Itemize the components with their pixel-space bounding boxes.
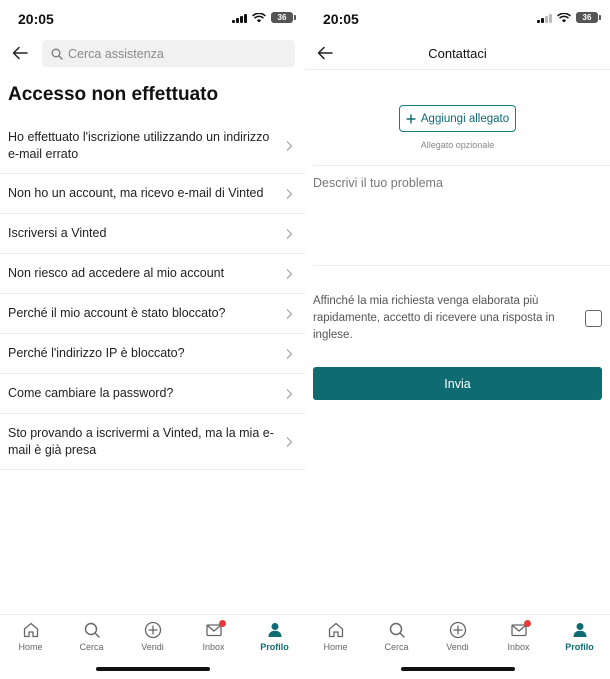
home-indicator [96,667,210,671]
faq-item[interactable]: Non ho un account, ma ricevo e-mail di V… [0,174,305,214]
faq-item-label: Perché il mio account è stato bloccato? [8,306,226,320]
consent-checkbox[interactable] [585,310,602,327]
profile-icon [573,623,586,637]
tab-label: Vendi [446,642,469,652]
tab-label: Profilo [260,642,289,652]
tab-label: Vendi [141,642,164,652]
plus-circle-icon [449,621,466,639]
status-time: 20:05 [18,11,54,27]
tab-search[interactable]: Cerca [366,615,427,658]
search-icon [51,48,63,60]
status-icons: 36 [232,12,296,23]
page-title: Contattaci [428,46,487,61]
tab-inbox[interactable]: Inbox [183,615,244,658]
faq-item[interactable]: Come cambiare la password? [0,374,305,414]
page-title: Accesso non effettuato [8,84,219,105]
back-button[interactable] [10,43,30,63]
attachment-hint: Allegato opzionale [420,140,495,150]
faq-item-label: Ho effettuato l'iscrizione utilizzando u… [8,129,270,161]
faq-item[interactable]: Perché l'indirizzo IP è bloccato? [0,334,305,374]
home-icon [328,622,343,638]
tab-sell[interactable]: Vendi [427,615,488,658]
tab-label: Cerca [79,642,104,652]
tab-label: Cerca [384,642,409,652]
tab-bar: Home Cerca Vendi Inbox Profilo [305,614,610,658]
tab-bar: Home Cerca Vendi Inbox Profilo [0,614,305,658]
notification-badge [218,620,226,627]
wifi-icon [252,12,266,22]
notification-badge [523,620,531,627]
chevron-right-icon [286,188,293,199]
help-screen: 20:05 36 Accesso non effettuato Ho effet… [0,0,305,679]
tab-label: Home [18,642,43,652]
faq-item-label: Sto provando a iscrivermi a Vinted, ma l… [8,425,274,457]
signal-icon [232,13,247,23]
faq-item[interactable]: Perché il mio account è stato bloccato? [0,294,305,334]
profile-icon [268,623,281,637]
consent-label: Affinché la mia richiesta venga elaborat… [313,295,555,341]
tab-label: Home [323,642,348,652]
tab-home[interactable]: Home [0,615,61,658]
chevron-right-icon [286,348,293,359]
tab-profile[interactable]: Profilo [244,615,305,658]
send-button[interactable]: Invia [313,367,602,400]
home-icon [23,622,38,638]
status-bar: 20:05 36 [305,0,610,36]
battery-icon: 36 [271,12,296,23]
status-time: 20:05 [323,11,359,27]
chevron-right-icon [286,140,293,151]
chevron-right-icon [286,388,293,399]
arrow-left-icon [12,46,28,60]
plus-circle-icon [144,621,161,639]
status-bar: 20:05 36 [0,0,305,36]
chevron-right-icon [286,228,293,239]
plus-icon [406,114,416,123]
status-icons: 36 [537,12,601,23]
description-field[interactable] [313,176,603,260]
faq-item[interactable]: Iscriversi a Vinted [0,214,305,254]
faq-item-label: Iscriversi a Vinted [8,226,107,240]
faq-item[interactable]: Non riesco ad accedere al mio account [0,254,305,294]
divider [313,165,610,166]
tab-search[interactable]: Cerca [61,615,122,658]
faq-item-label: Perché l'indirizzo IP è bloccato? [8,346,185,360]
add-attachment-button[interactable]: Aggiungi allegato [399,105,516,132]
contact-screen: 20:05 36 Contattaci Aggiungi allegato Al… [305,0,610,679]
tab-label: Profilo [565,642,594,652]
tab-sell[interactable]: Vendi [122,615,183,658]
search-icon [389,622,405,638]
header-divider [305,69,610,70]
faq-item-label: Come cambiare la password? [8,386,174,400]
faq-item[interactable]: Ho effettuato l'iscrizione utilizzando u… [0,118,305,174]
tab-home[interactable]: Home [305,615,366,658]
chevron-right-icon [286,436,293,447]
chevron-right-icon [286,268,293,279]
search-input[interactable] [68,46,268,61]
faq-item-label: Non ho un account, ma ricevo e-mail di V… [8,186,264,200]
chevron-right-icon [286,308,293,319]
search-icon [84,622,100,638]
tab-label: Inbox [202,642,225,652]
tab-inbox[interactable]: Inbox [488,615,549,658]
home-indicator [401,667,515,671]
faq-item[interactable]: Sto provando a iscrivermi a Vinted, ma l… [0,414,305,470]
faq-list: Ho effettuato l'iscrizione utilizzando u… [0,118,305,470]
search-bar[interactable] [42,40,295,67]
faq-item-label: Non riesco ad accedere al mio account [8,266,225,280]
tab-profile[interactable]: Profilo [549,615,610,658]
wifi-icon [557,12,571,22]
battery-icon: 36 [576,12,601,23]
add-attachment-label: Aggiungi allegato [420,112,510,125]
tab-label: Inbox [507,642,530,652]
divider [313,265,610,266]
signal-icon [537,13,552,23]
